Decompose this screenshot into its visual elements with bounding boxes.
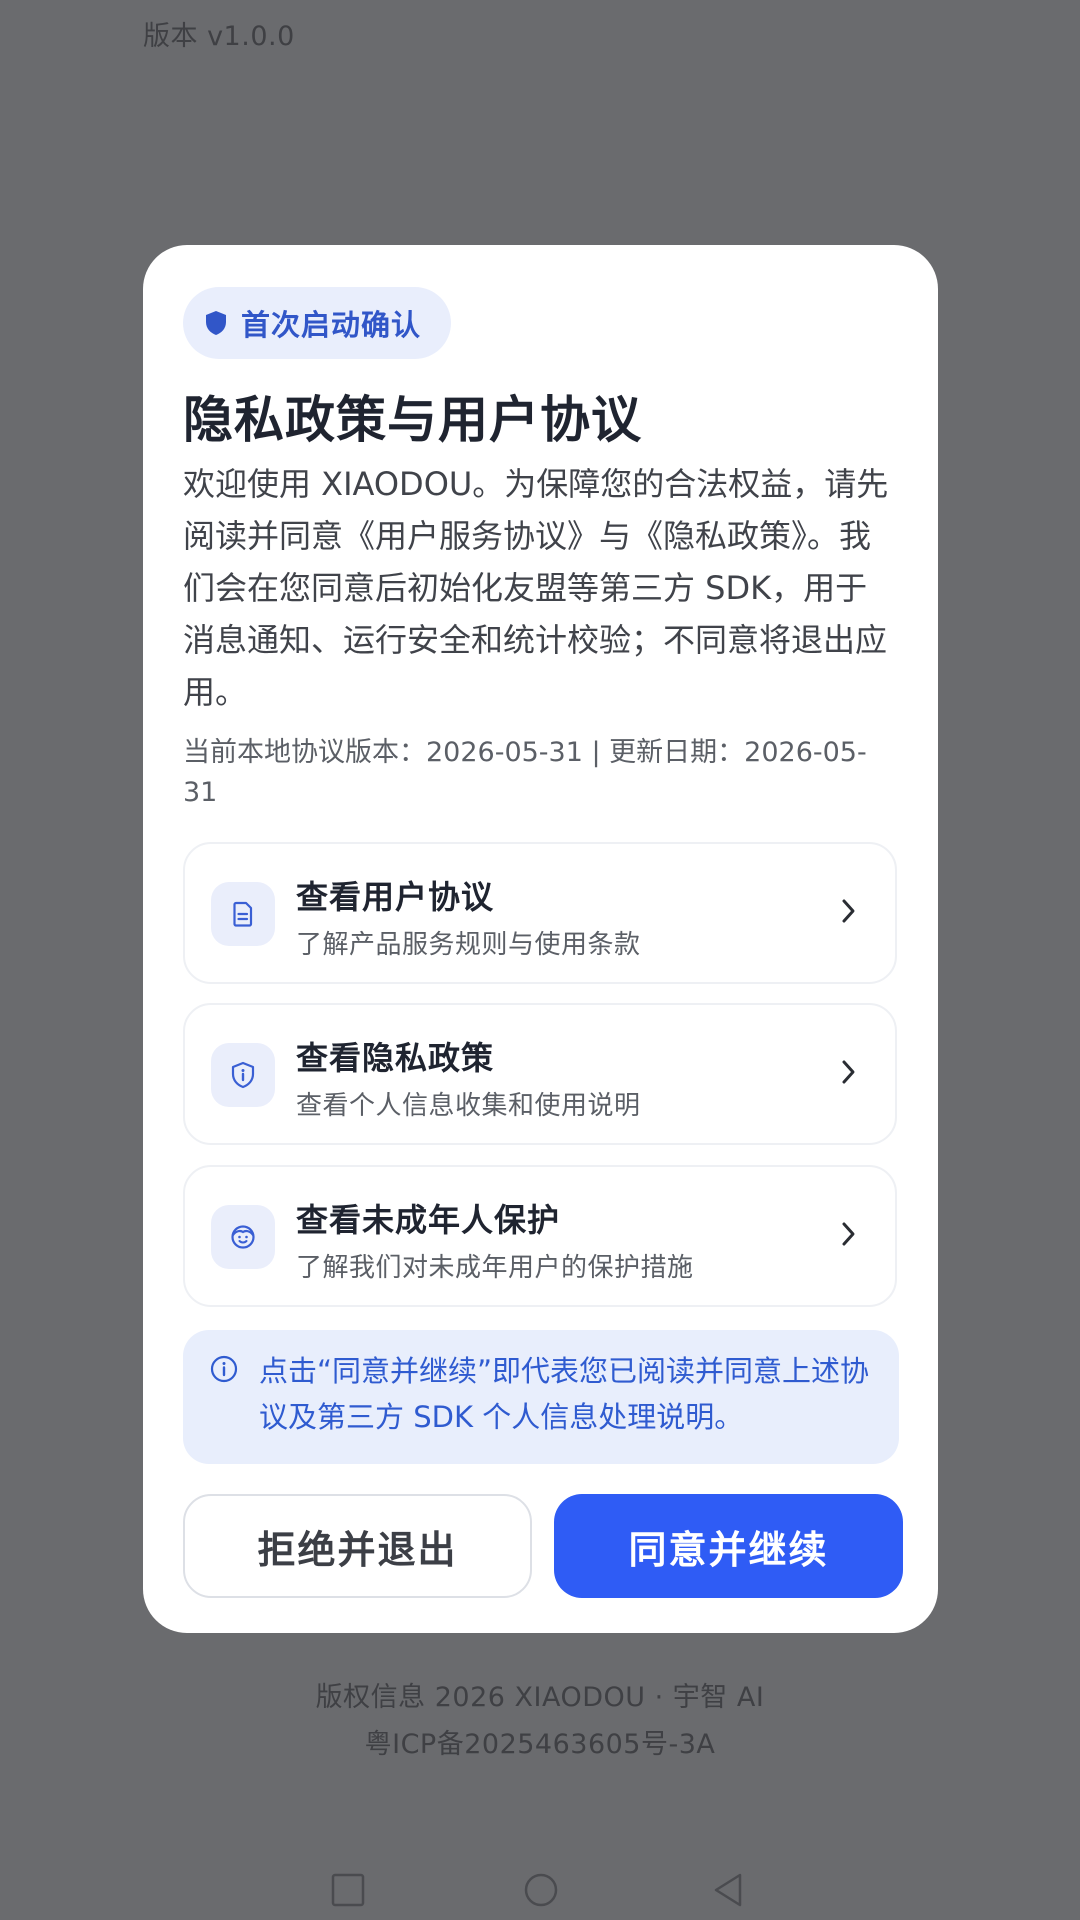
privacy-consent-dialog: 首次启动确认 隐私政策与用户协议 欢迎使用 XIAODOU。为保障您的合法权益，… bbox=[143, 245, 938, 1633]
system-nav-bar bbox=[91, 1870, 989, 1920]
badge-label: 首次启动确认 bbox=[241, 308, 422, 342]
consent-notice-text: 点击“同意并继续”即代表您已阅读并同意上述协议及第三方 SDK 个人信息处理说明… bbox=[259, 1354, 870, 1434]
version-label: 版本 v1.0.0 bbox=[143, 21, 295, 52]
chevron-right-icon bbox=[842, 1060, 855, 1084]
intro-text: 欢迎使用 XIAODOU。为保障您的合法权益，请先阅读并同意《用户服务协议》与《… bbox=[183, 465, 889, 711]
user-agreement-subtitle: 了解产品服务规则与使用条款 bbox=[296, 930, 641, 960]
minor-protection-subtitle: 了解我们对未成年用户的保护措施 bbox=[296, 1253, 694, 1283]
icp-text: 粤ICP备2025463605号-3A bbox=[364, 1729, 716, 1760]
minor-protection-link[interactable]: 查看未成年人保护 了解我们对未成年用户的保护措施 bbox=[183, 1165, 897, 1307]
agreement-version-text: 当前本地协议版本：2026-05-31 | 更新日期：2026-05-31 bbox=[183, 737, 867, 808]
consent-notice: 点击“同意并继续”即代表您已阅读并同意上述协议及第三方 SDK 个人信息处理说明… bbox=[183, 1330, 899, 1464]
back-icon[interactable] bbox=[708, 1870, 748, 1910]
shield-icon bbox=[206, 311, 226, 335]
home-icon[interactable] bbox=[521, 1870, 561, 1910]
reject-and-exit-button[interactable]: 拒绝并退出 bbox=[183, 1494, 532, 1598]
dialog-title: 隐私政策与用户协议 bbox=[183, 391, 642, 449]
chevron-right-icon bbox=[842, 899, 855, 923]
user-agreement-link[interactable]: 查看用户协议 了解产品服务规则与使用条款 bbox=[183, 842, 897, 984]
child-face-icon bbox=[211, 1205, 275, 1269]
user-agreement-title: 查看用户协议 bbox=[296, 878, 495, 916]
privacy-policy-subtitle: 查看个人信息收集和使用说明 bbox=[296, 1091, 641, 1121]
agree-and-continue-button[interactable]: 同意并继续 bbox=[554, 1494, 903, 1598]
minor-protection-title: 查看未成年人保护 bbox=[296, 1201, 561, 1239]
info-icon bbox=[210, 1355, 238, 1383]
document-icon bbox=[211, 882, 275, 946]
app-screen: 版本 v1.0.0 首次启动确认 隐私政策与用户协议 欢迎使用 XIAODOU。… bbox=[91, 0, 989, 1920]
privacy-policy-link[interactable]: 查看隐私政策 查看个人信息收集和使用说明 bbox=[183, 1003, 897, 1145]
shield-info-icon bbox=[211, 1043, 275, 1107]
privacy-policy-title: 查看隐私政策 bbox=[296, 1039, 495, 1077]
copyright-text: 版权信息 2026 XIAODOU · 宇智 AI bbox=[315, 1682, 765, 1713]
chevron-right-icon bbox=[842, 1222, 855, 1246]
recent-apps-icon[interactable] bbox=[328, 1870, 368, 1910]
first-launch-badge: 首次启动确认 bbox=[183, 287, 452, 359]
